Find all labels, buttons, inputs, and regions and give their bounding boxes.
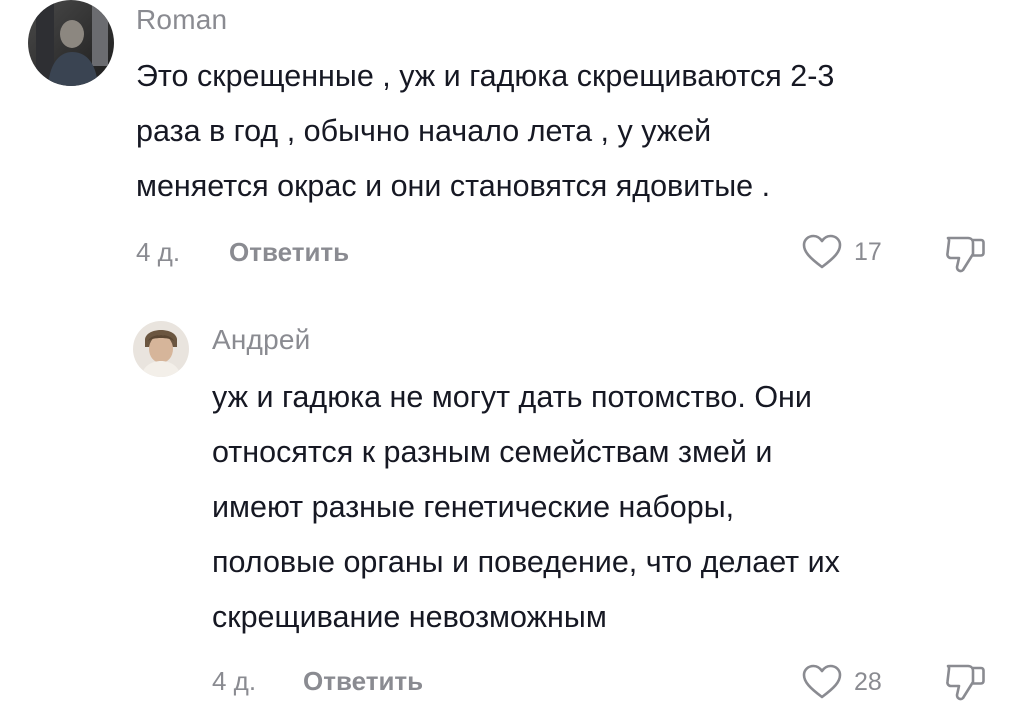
- avatar[interactable]: [133, 321, 189, 377]
- comment-text-line: скрещивание невозможным: [212, 600, 607, 634]
- thumbs-down-icon[interactable]: [944, 232, 988, 274]
- comment-author[interactable]: Roman: [136, 4, 227, 36]
- reply-button[interactable]: Ответить: [303, 666, 423, 697]
- comment-text: уж и гадюка не могут дать потомство. Они…: [212, 370, 840, 645]
- heart-outline-icon[interactable]: [802, 234, 842, 270]
- comment-text-line: раза в год , обычно начало лета , у ужей: [136, 114, 712, 148]
- comment-text-line: меняется окрас и они становятся ядовитые…: [136, 169, 771, 203]
- comment-text-line: половые органы и поведение, что делает и…: [212, 545, 840, 579]
- user-photo-icon: [28, 0, 114, 86]
- avatar[interactable]: [28, 0, 114, 86]
- comment-author[interactable]: Андрей: [212, 324, 310, 356]
- comment-text-line: Это скрещенные , уж и гадюка скрещиваютс…: [136, 59, 835, 93]
- like-count: 28: [854, 668, 882, 696]
- comment-text-line: относятся к разным семействам змей и: [212, 435, 773, 469]
- comment-text: Это скрещенные , уж и гадюка скрещиваютс…: [136, 49, 834, 214]
- comment-timestamp: 4 д.: [136, 237, 181, 267]
- reply-button[interactable]: Ответить: [229, 237, 349, 268]
- comment-text-line: уж и гадюка не могут дать потомство. Они: [212, 380, 812, 414]
- heart-outline-icon[interactable]: [802, 664, 842, 700]
- user-photo-icon: [133, 321, 189, 377]
- comment-text-line: имеют разные генетические наборы,: [212, 490, 735, 524]
- comment-timestamp: 4 д.: [212, 666, 257, 696]
- like-count: 17: [854, 238, 882, 266]
- thumbs-down-icon[interactable]: [944, 660, 988, 702]
